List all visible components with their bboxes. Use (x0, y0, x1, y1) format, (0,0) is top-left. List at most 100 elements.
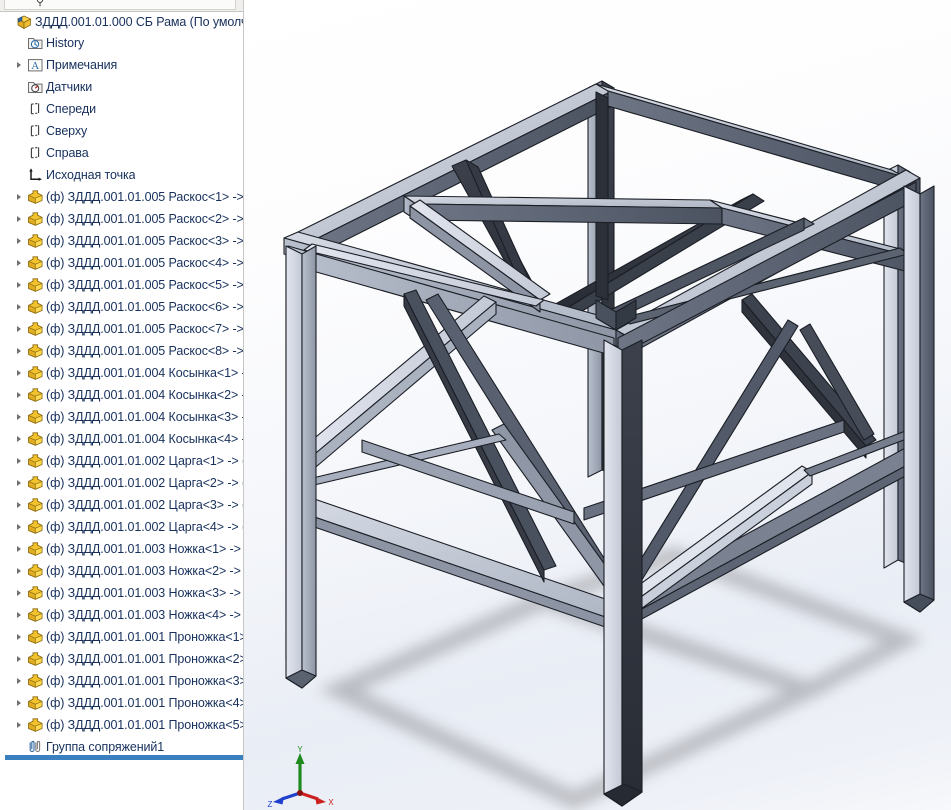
tree-item[interactable]: (ф) ЗДДД.001.01.002 Царга<3> -> (Г (0, 494, 244, 516)
tree-item[interactable]: (ф) ЗДДД.001.01.005 Раскос<2> -> ( (0, 208, 244, 230)
tree-item[interactable]: (ф) ЗДДД.001.01.004 Косынка<2> -> (0, 384, 244, 406)
tree-item[interactable]: Исходная точка (0, 164, 244, 186)
tree-item[interactable]: (ф) ЗДДД.001.01.005 Раскос<3> -> ( (0, 230, 244, 252)
tree-item-label: (ф) ЗДДД.001.01.004 Косынка<1> -> (46, 366, 244, 380)
expand-arrow-icon[interactable] (13, 362, 26, 384)
part-icon (26, 494, 46, 516)
expand-arrow-icon[interactable] (13, 714, 26, 736)
sensors-folder-icon (26, 76, 46, 98)
expand-arrow-icon[interactable] (13, 560, 26, 582)
part-icon (26, 230, 46, 252)
expand-arrow-icon[interactable] (13, 648, 26, 670)
tree-item[interactable]: Справа (0, 142, 244, 164)
expand-arrow-icon[interactable] (13, 494, 26, 516)
expand-arrow-icon[interactable] (13, 692, 26, 714)
graphics-area[interactable]: Y X Z (244, 0, 951, 810)
expand-arrow-icon[interactable] (13, 318, 26, 340)
tree-item[interactable]: (ф) ЗДДД.001.01.005 Раскос<1> -> ( (0, 186, 244, 208)
tree-item[interactable]: (ф) ЗДДД.001.01.002 Царга<4> -> (Г (0, 516, 244, 538)
tree-item[interactable]: Спереди (0, 98, 244, 120)
expand-arrow-icon[interactable] (13, 340, 26, 362)
tree-item[interactable]: (ф) ЗДДД.001.01.003 Ножка<2> -> (І (0, 560, 244, 582)
tree-item[interactable]: (ф) ЗДДД.001.01.002 Царга<1> -> (Г (0, 450, 244, 472)
tree-item-label: History (46, 36, 85, 50)
expand-arrow-icon[interactable] (13, 582, 26, 604)
triad-z-axis: Z (268, 791, 301, 807)
tree-item[interactable]: (ф) ЗДДД.001.01.005 Раскос<8> -> ( (0, 340, 244, 362)
plane-icon (26, 98, 46, 120)
tree-item[interactable]: (ф) ЗДДД.001.01.002 Царга<2> -> (Г (0, 472, 244, 494)
tree-item[interactable]: (ф) ЗДДД.001.01.001 Проножка<2> (0, 648, 244, 670)
part-icon (26, 296, 46, 318)
tree-item[interactable]: A Примечания (0, 54, 244, 76)
part-icon (26, 604, 46, 626)
tree-item[interactable]: Датчики (0, 76, 244, 98)
root-expand-arrow[interactable] (2, 12, 15, 32)
tree-item[interactable]: (ф) ЗДДД.001.01.001 Проножка<4> (0, 692, 244, 714)
part-icon (26, 692, 46, 714)
expand-arrow-icon[interactable] (13, 516, 26, 538)
expand-arrow-placeholder (13, 120, 26, 142)
tree-item-label: (ф) ЗДДД.001.01.003 Ножка<4> -> (І (46, 608, 244, 622)
tree-item-label: Спереди (46, 102, 96, 116)
tree-item-label: Датчики (46, 80, 93, 94)
expand-arrow-icon[interactable] (13, 252, 26, 274)
svg-text:Y: Y (297, 745, 303, 754)
part-icon (26, 186, 46, 208)
tree-item[interactable]: (ф) ЗДДД.001.01.001 Проножка<5> (0, 714, 244, 736)
tree-item[interactable]: (ф) ЗДДД.001.01.005 Раскос<6> -> ( (0, 296, 244, 318)
feature-manager-toolbar: ⚲ (0, 0, 244, 12)
3d-frame-model[interactable] (244, 0, 951, 810)
tree-item-label: (ф) ЗДДД.001.01.002 Царга<1> -> (Г (46, 454, 244, 468)
expand-arrow-icon[interactable] (13, 604, 26, 626)
part-icon (26, 714, 46, 736)
expand-arrow-icon[interactable] (13, 670, 26, 692)
expand-arrow-icon[interactable] (13, 208, 26, 230)
tree-item[interactable]: (ф) ЗДДД.001.01.003 Ножка<3> -> (І (0, 582, 244, 604)
tree-item[interactable]: (ф) ЗДДД.001.01.005 Раскос<7> -> ( (0, 318, 244, 340)
plane-icon (26, 142, 46, 164)
tree-item[interactable]: (ф) ЗДДД.001.01.004 Косынка<4> -> (0, 428, 244, 450)
feature-tree[interactable]: ЗДДД.001.01.000 СБ Рама (По умолчани His… (0, 12, 244, 755)
expand-arrow-icon[interactable] (13, 296, 26, 318)
tree-item[interactable]: (ф) ЗДДД.001.01.004 Косынка<3> -> (0, 406, 244, 428)
expand-arrow-icon[interactable] (13, 626, 26, 648)
expand-arrow-placeholder (13, 32, 26, 54)
expand-arrow-placeholder (13, 164, 26, 186)
expand-arrow-icon[interactable] (13, 230, 26, 252)
triad-origin-dot (297, 790, 303, 796)
tree-item-label: Группа сопряжений1 (46, 740, 165, 754)
expand-arrow-icon[interactable] (13, 472, 26, 494)
svg-text:X: X (328, 798, 334, 807)
filter-icon[interactable]: ⚲ (36, 0, 44, 9)
tree-rows-container: History A Примечания Датчики Спереди Сверху Сп… (0, 32, 244, 755)
tree-item[interactable]: (ф) ЗДДД.001.01.003 Ножка<4> -> (І (0, 604, 244, 626)
tree-item[interactable]: (ф) ЗДДД.001.01.004 Косынка<1> -> (0, 362, 244, 384)
tree-item-label: (ф) ЗДДД.001.01.001 Проножка<4> (46, 696, 244, 710)
tree-item[interactable]: (ф) ЗДДД.001.01.005 Раскос<4> -> ( (0, 252, 244, 274)
expand-arrow-icon[interactable] (13, 384, 26, 406)
tree-item[interactable]: History (0, 32, 244, 54)
coordinate-triad: Y X Z (268, 745, 335, 807)
part-icon (26, 252, 46, 274)
tree-item[interactable]: (ф) ЗДДД.001.01.005 Раскос<5> -> ( (0, 274, 244, 296)
expand-arrow-icon[interactable] (13, 538, 26, 560)
expand-arrow-icon[interactable] (13, 186, 26, 208)
expand-arrow-icon[interactable] (13, 274, 26, 296)
leg-front-center (603, 339, 643, 807)
panel-empty-area (0, 760, 244, 810)
brace-rear-center (595, 91, 609, 301)
tree-item[interactable]: Сверху (0, 120, 244, 142)
tree-root-assembly[interactable]: ЗДДД.001.01.000 СБ Рама (По умолчани (0, 12, 244, 32)
expand-arrow-icon[interactable] (13, 450, 26, 472)
expand-arrow-icon[interactable] (13, 54, 26, 76)
rail-top-rear-right (595, 83, 905, 193)
tree-item[interactable]: (ф) ЗДДД.001.01.001 Проножка<3> (0, 670, 244, 692)
assembly-icon (15, 12, 35, 32)
expand-arrow-icon[interactable] (13, 406, 26, 428)
tree-item[interactable]: (ф) ЗДДД.001.01.001 Проножка<1> (0, 626, 244, 648)
tree-item-label: (ф) ЗДДД.001.01.005 Раскос<7> -> ( (46, 322, 244, 336)
expand-arrow-icon[interactable] (13, 428, 26, 450)
tree-item[interactable]: (ф) ЗДДД.001.01.003 Ножка<1> -> (І (0, 538, 244, 560)
tree-item[interactable]: Группа сопряжений1 (0, 736, 244, 755)
